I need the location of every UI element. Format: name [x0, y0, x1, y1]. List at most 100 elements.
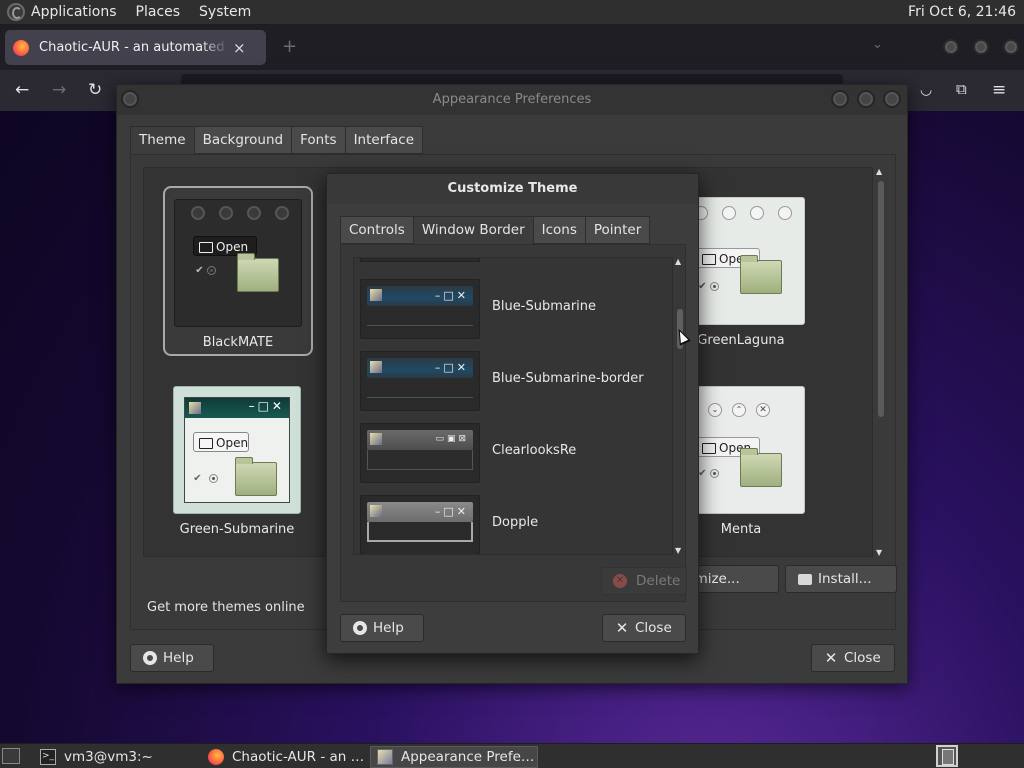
close-tab-icon[interactable]: ×: [233, 39, 246, 57]
close-label: Close: [635, 620, 672, 636]
tab-theme[interactable]: Theme: [130, 126, 195, 154]
menu-applications[interactable]: Applications: [31, 4, 117, 20]
help-button[interactable]: Help: [130, 644, 214, 672]
close-icon: ✕: [824, 649, 838, 667]
get-more-themes-link[interactable]: Get more themes online: [147, 600, 305, 615]
border-preview: –□✕: [360, 495, 480, 554]
window-border-scrollbar[interactable]: ▲ ▼: [674, 257, 686, 555]
preview-titlebar: –□✕: [185, 398, 289, 418]
tab-pointer[interactable]: Pointer: [584, 216, 651, 244]
list-item[interactable]: –□✕ Blue-Submarine-border: [360, 351, 660, 411]
minimize-icon[interactable]: [943, 39, 959, 55]
help-label: Help: [373, 620, 404, 636]
task-label: Chaotic-AUR - an automated building repo: [232, 749, 368, 765]
dialog-title[interactable]: Customize Theme: [327, 174, 698, 204]
window-border-list[interactable]: –□✕ Blue-Submarine –□✕ Blue-Submarine-bo…: [353, 257, 673, 555]
border-name: Blue-Submarine: [492, 299, 597, 314]
tab-background[interactable]: Background: [193, 126, 293, 154]
menu-icon[interactable]: ≡: [992, 80, 1006, 100]
window-menu-icon[interactable]: [121, 90, 139, 108]
url-bar[interactable]: [181, 74, 843, 84]
radio-icon: [207, 266, 216, 275]
mate-logo-icon[interactable]: [7, 3, 25, 21]
appearance-icon: [377, 749, 393, 765]
preview-body: [367, 306, 473, 326]
tab-interface[interactable]: Interface: [344, 126, 424, 154]
preview-body: [367, 522, 473, 542]
close-button[interactable]: ✕ Close: [602, 614, 686, 642]
radio-icon: [710, 469, 719, 478]
radio-icon: [710, 282, 719, 291]
tab-controls[interactable]: Controls: [340, 216, 414, 244]
maximize-icon[interactable]: [973, 39, 989, 55]
window-titlebar[interactable]: Appearance Preferences: [117, 85, 907, 115]
extensions-icon[interactable]: ⧉: [956, 80, 967, 98]
preview-controls-icon: ▭▣⊠: [435, 434, 469, 444]
new-tab-button[interactable]: +: [282, 36, 297, 57]
list-item-partial: [360, 258, 480, 262]
menu-places[interactable]: Places: [136, 4, 181, 20]
preview-button-icon: [722, 206, 736, 220]
tab-icons[interactable]: Icons: [532, 216, 586, 244]
preview-controls-icon: –□✕: [434, 361, 469, 374]
close-button[interactable]: ✕ Close: [811, 644, 895, 672]
scroll-up-icon[interactable]: ▲: [675, 257, 681, 266]
scroll-down-icon[interactable]: ▼: [876, 548, 882, 557]
theme-item-blackmate[interactable]: Open ✔ BlackMATE: [163, 186, 313, 356]
install-label: Install...: [818, 571, 872, 587]
preview-button-icon: [247, 206, 261, 220]
help-button[interactable]: Help: [340, 614, 424, 642]
border-preview: ▭▣⊠: [360, 423, 480, 483]
delete-icon: ✕: [613, 574, 627, 588]
back-icon[interactable]: ←: [15, 80, 29, 100]
preview-controls-icon: –□✕: [434, 289, 469, 302]
app-icon: [370, 433, 382, 445]
tab-fonts[interactable]: Fonts: [291, 126, 346, 154]
install-button[interactable]: Install...: [785, 565, 897, 593]
reload-icon[interactable]: ↻: [88, 80, 102, 100]
list-item[interactable]: –□✕ Blue-Submarine: [360, 279, 660, 339]
pocket-icon[interactable]: ◡: [920, 82, 932, 98]
firefox-tab[interactable]: Chaotic-AUR - an automated building repo…: [5, 30, 266, 65]
tab-window-border[interactable]: Window Border: [412, 216, 534, 244]
minimize-icon[interactable]: [831, 90, 849, 108]
scroll-down-icon[interactable]: ▼: [675, 546, 681, 555]
scroll-thumb[interactable]: [878, 181, 884, 417]
close-label: Close: [844, 650, 881, 666]
close-icon[interactable]: [1003, 39, 1019, 55]
preview-button-icon: [778, 206, 792, 220]
workspace-switcher[interactable]: [936, 745, 958, 767]
task-firefox[interactable]: Chaotic-AUR - an automated building repo: [202, 746, 368, 768]
preview-button-icon: [219, 206, 233, 220]
check-icon: ✔: [195, 265, 204, 276]
delete-button[interactable]: ✕ Delete: [601, 567, 687, 595]
close-icon[interactable]: [883, 90, 901, 108]
maximize-icon[interactable]: [857, 90, 875, 108]
preview-button-icon: ✕: [756, 403, 770, 417]
app-icon: [370, 361, 382, 373]
theme-item-green-submarine[interactable]: –□✕ Open ✔ Green-Submarine: [162, 386, 312, 556]
forward-icon[interactable]: →: [52, 80, 66, 100]
appearance-tabs: Theme Background Fonts Interface: [130, 126, 424, 154]
theme-preview: Open ✔: [174, 199, 302, 327]
preview-button-icon: [191, 206, 205, 220]
list-tabs-icon[interactable]: ⌄: [872, 37, 883, 52]
task-terminal[interactable]: >_ vm3@vm3:~: [34, 746, 199, 768]
list-item[interactable]: –□✕ Dopple: [360, 495, 660, 554]
window-title: Appearance Preferences: [432, 92, 592, 107]
check-icon: ✔: [193, 473, 202, 484]
list-item[interactable]: ▭▣⊠ ClearlooksRe: [360, 423, 660, 483]
show-desktop-icon[interactable]: [2, 748, 20, 764]
theme-scrollbar[interactable]: ▲ ▼: [875, 167, 887, 557]
preview-button-icon: ⌃: [732, 403, 746, 417]
preview-open-button: Open: [193, 432, 249, 452]
border-name: Blue-Submarine-border: [492, 371, 644, 386]
preview-titlebar: –□✕: [367, 358, 473, 378]
clock[interactable]: Fri Oct 6, 21:46: [908, 4, 1016, 20]
border-name: ClearlooksRe: [492, 443, 577, 458]
border-preview: –□✕: [360, 351, 480, 411]
menu-system[interactable]: System: [199, 4, 251, 20]
firefox-icon: [208, 749, 224, 765]
scroll-up-icon[interactable]: ▲: [876, 167, 882, 176]
task-appearance[interactable]: Appearance Preferences: [370, 746, 538, 768]
